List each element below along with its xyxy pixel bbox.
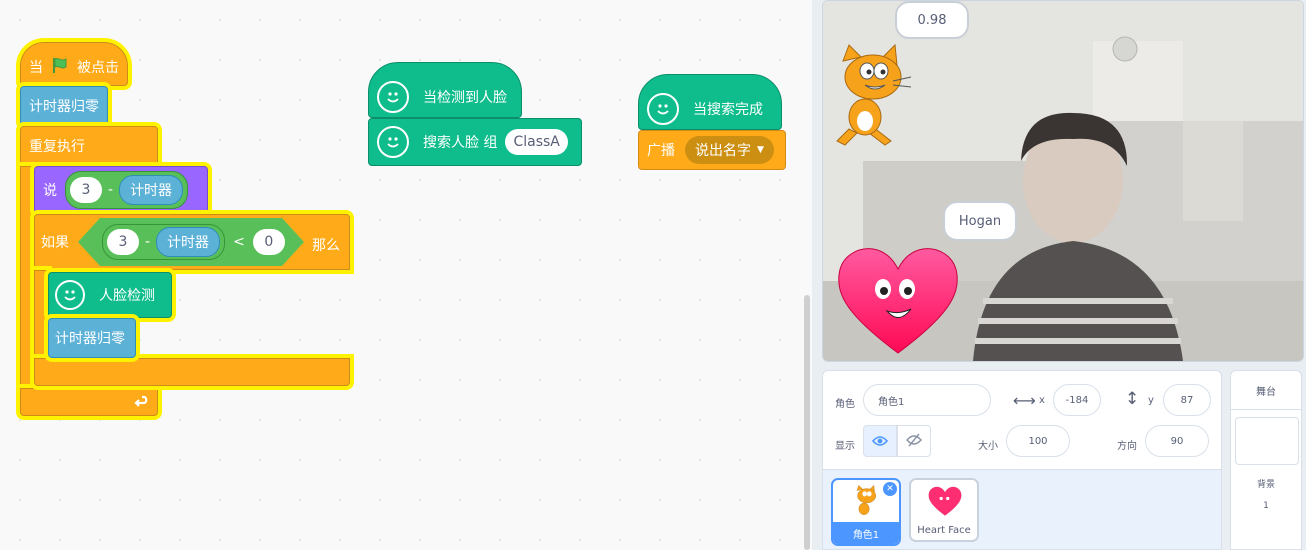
direction-value: 90 [1170, 435, 1184, 447]
smiley-face-icon [377, 126, 409, 158]
when-search-done-label: 当搜索完成 [693, 102, 763, 118]
sprite-label: 角色 [835, 399, 855, 410]
backdrop-thumbnail[interactable] [1235, 417, 1299, 465]
forever-top[interactable]: 重复执行 [20, 126, 158, 166]
reset-timer-block[interactable]: 计时器归零 [20, 86, 108, 126]
heart-thumbnail-icon [928, 486, 962, 516]
when-face-detected-label: 当检测到人脸 [423, 90, 507, 106]
if-bottom [34, 358, 350, 386]
search-face-label: 搜索人脸 组 [423, 135, 498, 151]
code-workspace[interactable]: 当 被点击 计时器归零 重复执行 说 3 - 计时器 如果 3 - 计时器 < … [0, 0, 812, 550]
x-arrows-icon: ⟷ [1013, 391, 1036, 410]
message-dropdown-label: 说出名字 [695, 143, 751, 159]
lt-label: < [233, 234, 245, 250]
green-flag-icon [51, 56, 69, 78]
heart-speech-text: Hogan [958, 213, 1002, 229]
y-input[interactable]: 87 [1163, 384, 1211, 416]
stage-panel-title: 舞台 [1256, 386, 1276, 398]
say-number-input[interactable]: 3 [70, 177, 102, 203]
smiley-face-icon [55, 280, 85, 310]
size-value: 100 [1028, 435, 1048, 447]
workspace-scrollbar[interactable] [804, 295, 810, 550]
y-arrows-icon: ↕ [1125, 389, 1140, 409]
sprite-tile-heart[interactable]: Heart Face [909, 478, 979, 542]
inner-subtract-operator[interactable]: 3 - 计时器 [102, 224, 225, 260]
y-label: y [1148, 395, 1154, 406]
cat-speech-bubble: 0.98 [895, 1, 969, 39]
when-face-detected-block[interactable]: 当检测到人脸 [368, 62, 522, 118]
group-input[interactable]: ClassA [505, 129, 568, 155]
show-label: 显示 [835, 441, 855, 452]
show-hidden-button[interactable] [897, 425, 931, 457]
inner-minus-label: - [145, 234, 151, 250]
if-label: 如果 [41, 235, 69, 251]
reset-timer-label: 计时器归零 [29, 99, 99, 115]
if-number-input[interactable]: 3 [107, 229, 139, 255]
heart-face-sprite[interactable] [837, 245, 959, 355]
y-value: 87 [1180, 394, 1194, 406]
cat-sprite[interactable] [829, 41, 919, 151]
when-search-done-block[interactable]: 当搜索完成 [638, 74, 782, 130]
hat-suffix-label: 被点击 [77, 60, 119, 76]
timer-reporter[interactable]: 计时器 [119, 175, 184, 205]
show-visible-button[interactable] [863, 425, 897, 457]
size-input[interactable]: 100 [1006, 425, 1070, 457]
face-detect-label: 人脸检测 [99, 288, 155, 304]
x-label: x [1039, 395, 1045, 406]
say-label: 说 [43, 183, 57, 199]
message-dropdown[interactable]: 说出名字 ▼ [685, 136, 774, 164]
stage-selector-panel[interactable]: 舞台 背景 1 [1230, 370, 1302, 550]
compare-zero-input[interactable]: 0 [253, 229, 285, 255]
say-block[interactable]: 说 3 - 计时器 [34, 166, 208, 214]
less-than-operator[interactable]: 3 - 计时器 < 0 [78, 218, 304, 266]
then-label: 那么 [312, 238, 340, 254]
delete-sprite-icon[interactable]: ✕ [883, 482, 897, 496]
direction-input[interactable]: 90 [1145, 425, 1209, 457]
chevron-down-icon: ▼ [757, 145, 764, 155]
sprite-name-value: 角色1 [878, 396, 905, 408]
sprite-tile-cat[interactable]: ✕ 角色1 [831, 478, 901, 546]
minus-label: - [108, 182, 114, 198]
broadcast-block[interactable]: 广播 说出名字 ▼ [638, 130, 786, 170]
forever-arm [20, 166, 34, 390]
x-input[interactable]: -184 [1053, 384, 1101, 416]
direction-label: 方向 [1117, 441, 1137, 452]
smiley-face-icon [377, 81, 409, 113]
backdrops-count: 1 [1263, 501, 1269, 511]
forever-bottom [20, 388, 158, 416]
reset-timer-label-2: 计时器归零 [55, 331, 125, 347]
broadcast-label: 广播 [647, 143, 675, 159]
forever-label: 重复执行 [29, 139, 85, 155]
sprite-name-input[interactable]: 角色1 [863, 384, 991, 416]
hat-prefix-label: 当 [29, 60, 43, 76]
when-flag-clicked-block[interactable]: 当 被点击 [20, 42, 128, 86]
heart-speech-bubble: Hogan [943, 201, 1017, 241]
size-label: 大小 [978, 441, 998, 452]
cat-speech-text: 0.98 [917, 12, 947, 28]
x-value: -184 [1065, 394, 1089, 406]
stage-canvas[interactable]: 0.98 Hogan [822, 0, 1304, 362]
search-face-block[interactable]: 搜索人脸 组 ClassA [368, 118, 582, 166]
backdrops-label: 背景 [1256, 480, 1275, 490]
cat-thumbnail-icon [856, 484, 876, 515]
sprite-tile-name: 角色1 [852, 529, 880, 541]
subtract-operator[interactable]: 3 - 计时器 [65, 171, 189, 209]
if-arm [34, 270, 48, 360]
sprite-tile-label-bg: 角色1 [833, 522, 899, 544]
smiley-face-icon [647, 93, 679, 125]
sprite-list: ✕ 角色1 Heart Face [822, 470, 1222, 550]
reset-timer-block-2[interactable]: 计时器归零 [48, 318, 136, 358]
inner-timer-reporter[interactable]: 计时器 [156, 227, 220, 257]
sprite-tile-name: Heart Face [917, 525, 971, 536]
eye-icon [871, 432, 889, 451]
eye-slash-icon [906, 432, 922, 451]
loop-arrow-icon [133, 392, 149, 412]
face-detect-block[interactable]: 人脸检测 [48, 272, 172, 318]
sprite-info-panel: 角色 角色1 ⟷ x -184 ↕ y 87 显示 大小 100 方向 90 [822, 370, 1222, 470]
stage-panel-header: 舞台 [1231, 371, 1301, 410]
